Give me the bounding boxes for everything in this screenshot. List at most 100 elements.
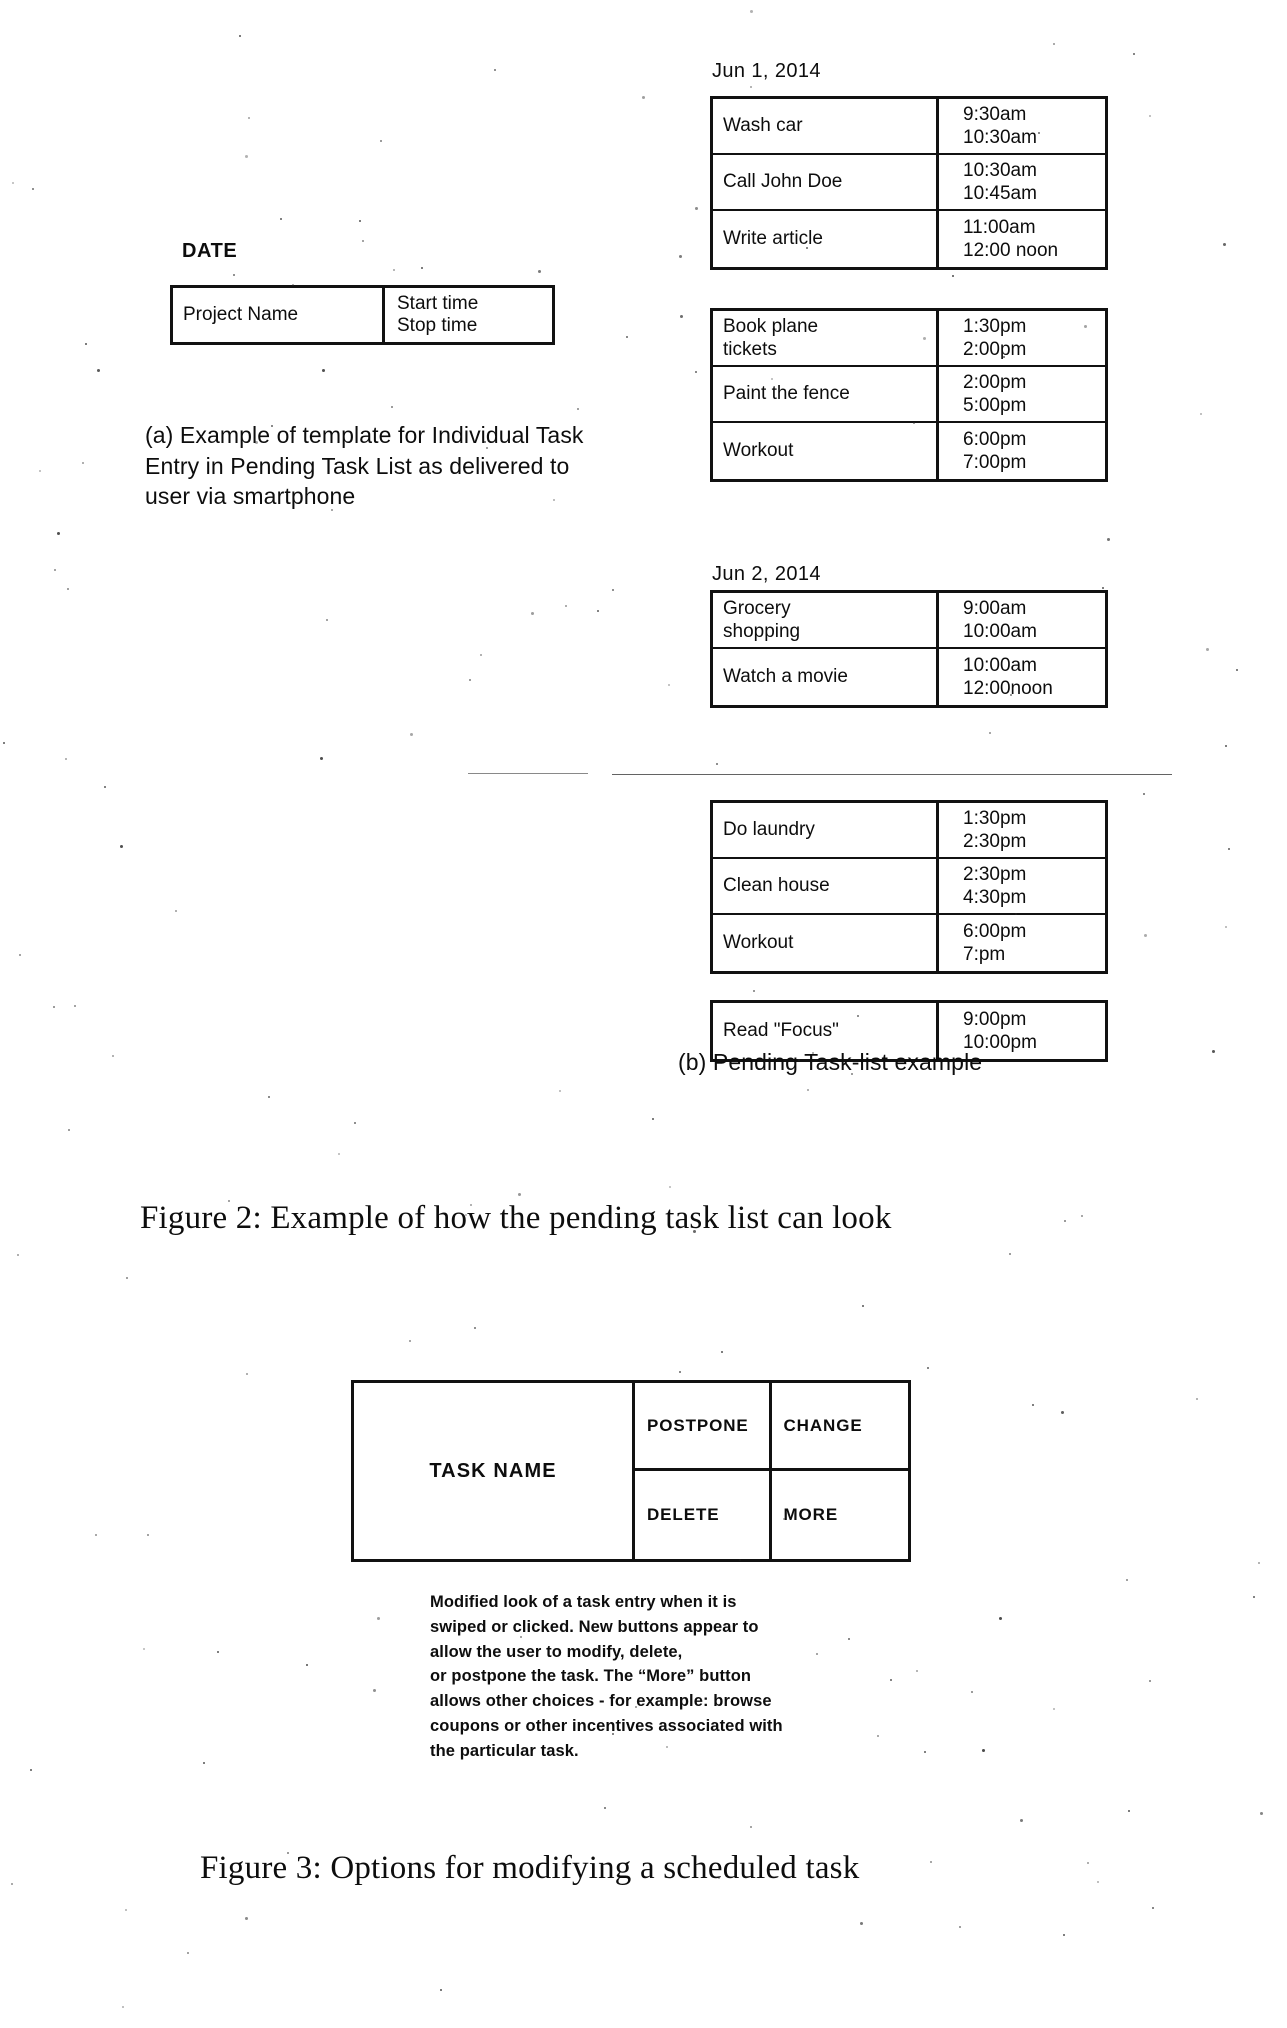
task-group: Book plane tickets 1:30pm 2:00pm Paint the f… bbox=[710, 308, 1108, 482]
task-entry-template: Project Name Start time Stop time bbox=[170, 285, 555, 345]
task-row[interactable]: Do laundry 1:30pm 2:30pm bbox=[713, 803, 1105, 859]
scan-speck bbox=[750, 86, 752, 88]
scan-speck bbox=[1063, 1934, 1065, 1936]
scan-speck bbox=[816, 1653, 818, 1655]
task-row[interactable]: Write article 11:00am 12:00 noon bbox=[713, 211, 1105, 267]
task-time: 6:00pm 7:00pm bbox=[939, 423, 1105, 479]
task-row[interactable]: Call John Doe 10:30am 10:45am bbox=[713, 155, 1105, 211]
scan-speck bbox=[798, 1059, 800, 1061]
scan-speck bbox=[1133, 53, 1135, 55]
scan-speck bbox=[626, 336, 628, 338]
scan-speck bbox=[669, 1186, 671, 1188]
scan-artifact-line bbox=[612, 774, 1172, 775]
scan-speck bbox=[57, 532, 60, 535]
scan-speck bbox=[971, 1691, 973, 1693]
task-name-cell: TASK NAME bbox=[354, 1383, 635, 1559]
figure3-explanatory-note: Modified look of a task entry when it is… bbox=[430, 1590, 900, 1763]
note-line: allow the user to modify, delete, bbox=[430, 1642, 683, 1661]
scan-speck bbox=[916, 1670, 918, 1672]
scan-speck bbox=[1225, 745, 1227, 747]
scan-speck bbox=[484, 441, 486, 443]
scan-speck bbox=[806, 247, 808, 249]
task-name: Workout bbox=[713, 915, 939, 971]
scan-speck bbox=[1143, 793, 1145, 795]
scan-speck bbox=[19, 954, 21, 956]
scan-speck bbox=[952, 275, 954, 277]
day-label-jun-2: Jun 2, 2014 bbox=[712, 563, 821, 585]
scan-speck bbox=[362, 240, 364, 242]
scan-speck bbox=[860, 1922, 863, 1925]
task-stop-time: 12:00 noon bbox=[963, 240, 1059, 261]
scan-speck bbox=[1144, 934, 1147, 937]
scan-speck bbox=[604, 1807, 606, 1809]
task-time: 11:00am 12:00 noon bbox=[939, 211, 1105, 267]
scan-speck bbox=[1236, 669, 1238, 671]
task-row[interactable]: Grocery shopping 9:00am 10:00am bbox=[713, 593, 1105, 649]
scan-speck bbox=[377, 1617, 380, 1620]
task-start-time: 6:00pm bbox=[963, 920, 1027, 942]
scan-speck bbox=[126, 1277, 128, 1279]
scan-speck bbox=[175, 910, 177, 912]
scan-speck bbox=[520, 1636, 522, 1638]
task-name: Paint the fence bbox=[713, 367, 939, 421]
task-time: 2:00pm 5:00pm bbox=[939, 367, 1105, 421]
figure2-caption: Figure 2: Example of how the pending tas… bbox=[140, 1200, 892, 1236]
task-name: Do laundry bbox=[713, 803, 939, 857]
scan-speck bbox=[268, 1096, 270, 1098]
task-row[interactable]: Workout 6:00pm 7:00pm bbox=[713, 423, 1105, 479]
scan-speck bbox=[245, 155, 248, 158]
scan-speck bbox=[1225, 926, 1227, 928]
scan-speck bbox=[97, 369, 100, 372]
scan-speck bbox=[1061, 1411, 1064, 1414]
scan-speck bbox=[930, 1861, 932, 1863]
task-start-time: 11:00am bbox=[963, 216, 1036, 238]
scan-speck bbox=[1196, 1398, 1198, 1400]
scan-speck bbox=[716, 763, 718, 765]
delete-button[interactable]: DELETE bbox=[635, 1471, 772, 1559]
scan-speck bbox=[421, 267, 423, 269]
scan-speck bbox=[924, 1751, 926, 1753]
note-line: swiped or clicked. New buttons appear to bbox=[430, 1617, 759, 1636]
task-row[interactable]: Book plane tickets 1:30pm 2:00pm bbox=[713, 311, 1105, 367]
change-button[interactable]: CHANGE bbox=[771, 1383, 908, 1471]
scan-speck bbox=[391, 406, 393, 408]
task-row[interactable]: Wash car 9:30am 10:30am bbox=[713, 99, 1105, 155]
more-button[interactable]: MORE bbox=[772, 1471, 909, 1559]
task-time: 10:00am 12:00noon bbox=[939, 649, 1105, 705]
scan-speck bbox=[1097, 1881, 1099, 1883]
task-row[interactable]: Clean house 2:30pm 4:30pm bbox=[713, 859, 1105, 915]
task-time: 9:00am 10:00am bbox=[939, 593, 1105, 647]
scan-speck bbox=[410, 733, 413, 736]
task-stop-time: 2:00pm bbox=[963, 339, 1027, 360]
scan-speck bbox=[989, 732, 991, 734]
postpone-button[interactable]: POSTPONE bbox=[635, 1383, 772, 1471]
template-date-label: DATE bbox=[182, 240, 238, 262]
scan-speck bbox=[122, 2006, 124, 2008]
scan-speck bbox=[125, 1909, 127, 1911]
scan-speck bbox=[771, 378, 773, 380]
task-row[interactable]: Paint the fence 2:00pm 5:00pm bbox=[713, 367, 1105, 423]
task-start-time: 9:00am bbox=[963, 597, 1027, 619]
scan-speck bbox=[292, 284, 294, 286]
scan-speck bbox=[718, 1877, 720, 1879]
scan-speck bbox=[322, 369, 325, 372]
scan-speck bbox=[559, 1090, 561, 1092]
scan-speck bbox=[163, 1212, 165, 1214]
task-row[interactable]: Watch a movie 10:00am 12:00noon bbox=[713, 649, 1105, 705]
scan-speck bbox=[326, 619, 328, 621]
scan-speck bbox=[1010, 694, 1012, 696]
scan-speck bbox=[147, 1534, 149, 1536]
task-stop-time: 10:00pm bbox=[963, 1032, 1037, 1053]
scan-speck bbox=[750, 10, 753, 13]
scan-speck bbox=[462, 1653, 465, 1656]
task-row[interactable]: Workout 6:00pm 7:pm bbox=[713, 915, 1105, 971]
task-stop-time: 7:pm bbox=[963, 944, 1006, 965]
scan-speck bbox=[913, 422, 915, 424]
scan-speck bbox=[1087, 1862, 1089, 1864]
scan-speck bbox=[306, 1664, 308, 1666]
scan-speck bbox=[474, 1327, 476, 1329]
scan-speck bbox=[203, 1762, 205, 1764]
note-line: allows other choices - for example: brow… bbox=[430, 1692, 772, 1710]
note-line: coupons or other incentives associated w… bbox=[430, 1716, 783, 1735]
scan-speck bbox=[228, 1200, 230, 1202]
